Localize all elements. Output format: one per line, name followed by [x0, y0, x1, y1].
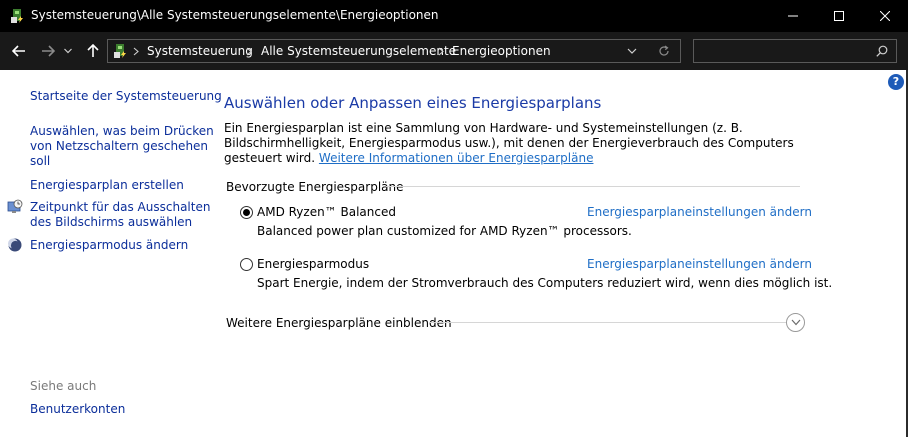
back-button[interactable]: [9, 41, 29, 61]
arrow-up-icon: [87, 44, 99, 57]
plan-description: Balanced power plan customized for AMD R…: [257, 224, 632, 238]
window-title: Systemsteuerung\Alle Systemsteuerungsele…: [31, 8, 439, 22]
section-divider: [430, 322, 786, 323]
search-icon[interactable]: [876, 45, 888, 57]
show-more-plans-label[interactable]: Weitere Energiesparpläne einblenden: [226, 316, 452, 330]
breadcrumb-item[interactable]: Alle Systemsteuerungselemente: [261, 44, 456, 58]
page-description: Ein Energiesparplan ist eine Sammlung vo…: [224, 121, 804, 166]
close-button[interactable]: [862, 0, 908, 32]
breadcrumb-item[interactable]: Systemsteuerung: [147, 44, 253, 58]
refresh-button[interactable]: [654, 43, 674, 59]
address-dropdown-button[interactable]: [622, 43, 642, 59]
minimize-icon: [788, 15, 798, 17]
chevron-down-circle-icon: [791, 319, 800, 326]
display-timeout-link[interactable]: Zeitpunkt für das Ausschalten des Bildsc…: [30, 200, 210, 230]
plan-radio-balanced[interactable]: [240, 206, 253, 219]
power-buttons-link[interactable]: Auswählen, was beim Drücken von Netzscha…: [30, 124, 214, 169]
preferred-plans-heading: Bevorzugte Energiesparpläne: [226, 180, 404, 194]
show-more-plans-button[interactable]: [786, 313, 805, 332]
section-divider: [386, 186, 800, 187]
plan-description: Spart Energie, indem der Stromverbrauch …: [257, 276, 833, 290]
maximize-button[interactable]: [816, 0, 862, 32]
forward-button[interactable]: [38, 41, 58, 61]
more-info-link[interactable]: Weitere Informationen über Energiesparpl…: [319, 151, 594, 165]
create-plan-link[interactable]: Energiesparplan erstellen: [30, 178, 184, 193]
control-panel-icon: [114, 44, 126, 58]
search-box[interactable]: [693, 39, 897, 63]
plan-name[interactable]: AMD Ryzen™ Balanced: [257, 205, 396, 219]
plan-radio-power-saver[interactable]: [240, 258, 253, 271]
breadcrumb-separator-icon[interactable]: [244, 44, 254, 58]
monitor-clock-icon: [7, 199, 23, 213]
arrow-right-icon: [42, 45, 55, 57]
control-panel-home-link[interactable]: Startseite der Systemsteuerung: [30, 89, 222, 104]
breadcrumb-separator-icon[interactable]: [436, 44, 446, 58]
see-also-heading: Siehe auch: [30, 379, 97, 393]
minimize-button[interactable]: [770, 0, 816, 32]
recent-locations-button[interactable]: [62, 41, 74, 61]
plan-settings-link[interactable]: Energiesparplaneinstellungen ändern: [587, 205, 812, 219]
radio-selected-dot: [243, 209, 250, 216]
sleep-mode-link[interactable]: Energiesparmodus ändern: [30, 238, 188, 253]
breadcrumb-separator-icon[interactable]: [131, 44, 141, 58]
title-bar: Systemsteuerung\Alle Systemsteuerungsele…: [0, 0, 908, 32]
maximize-icon: [834, 11, 844, 21]
breadcrumb-item[interactable]: Energieoptionen: [452, 44, 551, 58]
moon-icon: [8, 238, 22, 252]
control-panel-icon: [11, 9, 23, 23]
up-button[interactable]: [83, 41, 103, 61]
address-bar[interactable]: Systemsteuerung Alle Systemsteuerungsele…: [107, 39, 681, 63]
arrow-left-icon: [12, 45, 25, 57]
plan-settings-link[interactable]: Energiesparplaneinstellungen ändern: [587, 257, 812, 271]
user-accounts-link[interactable]: Benutzerkonten: [30, 402, 125, 417]
close-icon: [880, 11, 890, 21]
help-button[interactable]: ?: [888, 74, 904, 90]
refresh-icon: [659, 45, 669, 56]
plan-name[interactable]: Energiesparmodus: [257, 257, 369, 271]
page-title: Auswählen oder Anpassen eines Energiespa…: [224, 94, 602, 112]
chevron-down-icon: [64, 48, 72, 54]
search-input[interactable]: [698, 43, 868, 59]
chevron-down-icon: [627, 48, 637, 54]
